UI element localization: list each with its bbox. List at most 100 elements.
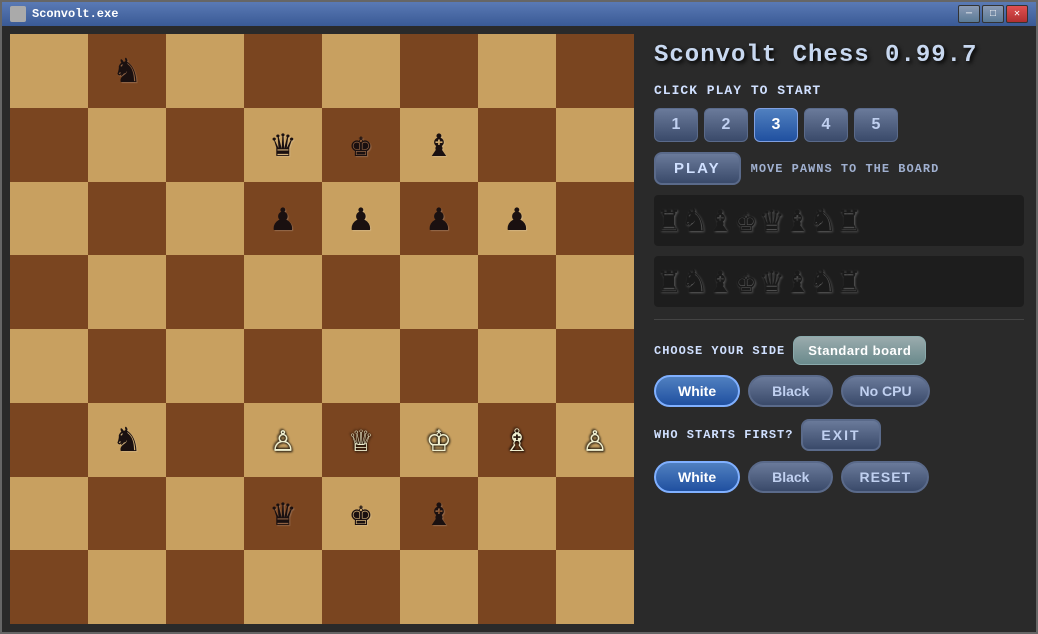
board-cell[interactable]: ♞ — [88, 403, 166, 477]
board-cell[interactable] — [244, 34, 322, 108]
board-cell[interactable]: ♟ — [244, 182, 322, 256]
black-king-2[interactable]: ♚ — [735, 260, 757, 303]
board-cell[interactable] — [244, 329, 322, 403]
board-cell[interactable] — [166, 255, 244, 329]
black-rook-3[interactable]: ♜ — [658, 260, 680, 303]
board-cell[interactable]: ♙ — [244, 403, 322, 477]
board-cell[interactable] — [166, 477, 244, 551]
maximize-button[interactable]: □ — [982, 5, 1004, 23]
board-cell[interactable]: ♚ — [322, 108, 400, 182]
black-rook-2[interactable]: ♜ — [838, 199, 860, 242]
board-cell[interactable] — [400, 329, 478, 403]
board-cell[interactable] — [10, 108, 88, 182]
board-cell[interactable] — [556, 477, 634, 551]
black-bishop-1[interactable]: ♝ — [709, 199, 731, 242]
board-cell[interactable]: ♔ — [400, 403, 478, 477]
board-cell[interactable] — [166, 34, 244, 108]
board-cell[interactable] — [166, 108, 244, 182]
board-cell[interactable] — [166, 550, 244, 624]
black-queen[interactable]: ♛ — [761, 199, 783, 242]
black-knight-3[interactable]: ♞ — [684, 260, 706, 303]
board-cell[interactable] — [88, 329, 166, 403]
difficulty-button-5[interactable]: 5 — [854, 108, 898, 142]
board-cell[interactable] — [88, 477, 166, 551]
board-cell[interactable] — [478, 550, 556, 624]
board-cell[interactable] — [88, 255, 166, 329]
main-content: ♞♛♚♝♟♟♟♟♞♙♕♔♗♙♛♚♝ Sconvolt Chess 0.99.7 … — [2, 26, 1036, 632]
difficulty-button-4[interactable]: 4 — [804, 108, 848, 142]
board-cell[interactable] — [10, 403, 88, 477]
board-cell[interactable]: ♞ — [88, 34, 166, 108]
minimize-button[interactable]: ─ — [958, 5, 980, 23]
difficulty-button-1[interactable]: 1 — [654, 108, 698, 142]
board-cell[interactable] — [322, 34, 400, 108]
board-cell[interactable] — [400, 34, 478, 108]
black-bishop-2[interactable]: ♝ — [786, 199, 808, 242]
board-cell[interactable] — [166, 182, 244, 256]
exit-button[interactable]: EXIT — [801, 419, 880, 451]
board-cell[interactable] — [556, 182, 634, 256]
no-cpu-button[interactable]: No CPU — [841, 375, 929, 407]
black-rook-1[interactable]: ♜ — [658, 199, 680, 242]
black-bishop-3[interactable]: ♝ — [709, 260, 731, 303]
close-button[interactable]: ✕ — [1006, 5, 1028, 23]
play-button[interactable]: PLAY — [654, 152, 741, 185]
board-cell[interactable] — [10, 255, 88, 329]
board-cell[interactable] — [478, 255, 556, 329]
black-knight-2[interactable]: ♞ — [812, 199, 834, 242]
black-knight-4[interactable]: ♞ — [812, 260, 834, 303]
board-cell[interactable]: ♟ — [400, 182, 478, 256]
board-cell[interactable] — [322, 550, 400, 624]
board-cell[interactable] — [10, 34, 88, 108]
black-starts-button[interactable]: Black — [748, 461, 833, 493]
board-cell[interactable] — [244, 550, 322, 624]
chess-piece: ♚ — [350, 121, 373, 168]
standard-board-button[interactable]: Standard board — [793, 336, 926, 365]
reset-button[interactable]: RESET — [841, 461, 929, 493]
board-cell[interactable]: ♝ — [400, 108, 478, 182]
board-cell[interactable] — [166, 329, 244, 403]
board-cell[interactable]: ♛ — [244, 108, 322, 182]
board-cell[interactable] — [322, 255, 400, 329]
difficulty-button-2[interactable]: 2 — [704, 108, 748, 142]
board-cell[interactable] — [556, 329, 634, 403]
board-cell[interactable] — [556, 34, 634, 108]
black-rook-4[interactable]: ♜ — [838, 260, 860, 303]
board-cell[interactable]: ♗ — [478, 403, 556, 477]
board-cell[interactable] — [556, 255, 634, 329]
difficulty-button-3[interactable]: 3 — [754, 108, 798, 142]
board-cell[interactable]: ♝ — [400, 477, 478, 551]
board-cell[interactable] — [322, 329, 400, 403]
board-cell[interactable] — [166, 403, 244, 477]
board-cell[interactable]: ♕ — [322, 403, 400, 477]
chess-board[interactable]: ♞♛♚♝♟♟♟♟♞♙♕♔♗♙♛♚♝ — [10, 34, 634, 624]
board-cell[interactable] — [88, 550, 166, 624]
board-cell[interactable]: ♚ — [322, 477, 400, 551]
board-cell[interactable]: ♟ — [322, 182, 400, 256]
board-cell[interactable] — [556, 108, 634, 182]
white-side-button[interactable]: White — [654, 375, 740, 407]
board-cell[interactable]: ♟ — [478, 182, 556, 256]
board-cell[interactable] — [400, 255, 478, 329]
black-king[interactable]: ♚ — [735, 199, 757, 242]
black-bishop-4[interactable]: ♝ — [786, 260, 808, 303]
board-cell[interactable] — [10, 477, 88, 551]
board-cell[interactable] — [88, 182, 166, 256]
board-cell[interactable] — [10, 329, 88, 403]
board-cell[interactable] — [88, 108, 166, 182]
board-cell[interactable] — [400, 550, 478, 624]
board-cell[interactable] — [478, 477, 556, 551]
white-starts-button[interactable]: White — [654, 461, 740, 493]
board-cell[interactable] — [478, 34, 556, 108]
board-cell[interactable]: ♙ — [556, 403, 634, 477]
board-cell[interactable] — [10, 550, 88, 624]
black-side-button[interactable]: Black — [748, 375, 833, 407]
board-cell[interactable] — [244, 255, 322, 329]
board-cell[interactable] — [10, 182, 88, 256]
black-knight-1[interactable]: ♞ — [684, 199, 706, 242]
board-cell[interactable] — [556, 550, 634, 624]
black-queen-2[interactable]: ♛ — [761, 260, 783, 303]
board-cell[interactable] — [478, 329, 556, 403]
board-cell[interactable]: ♛ — [244, 477, 322, 551]
board-cell[interactable] — [478, 108, 556, 182]
